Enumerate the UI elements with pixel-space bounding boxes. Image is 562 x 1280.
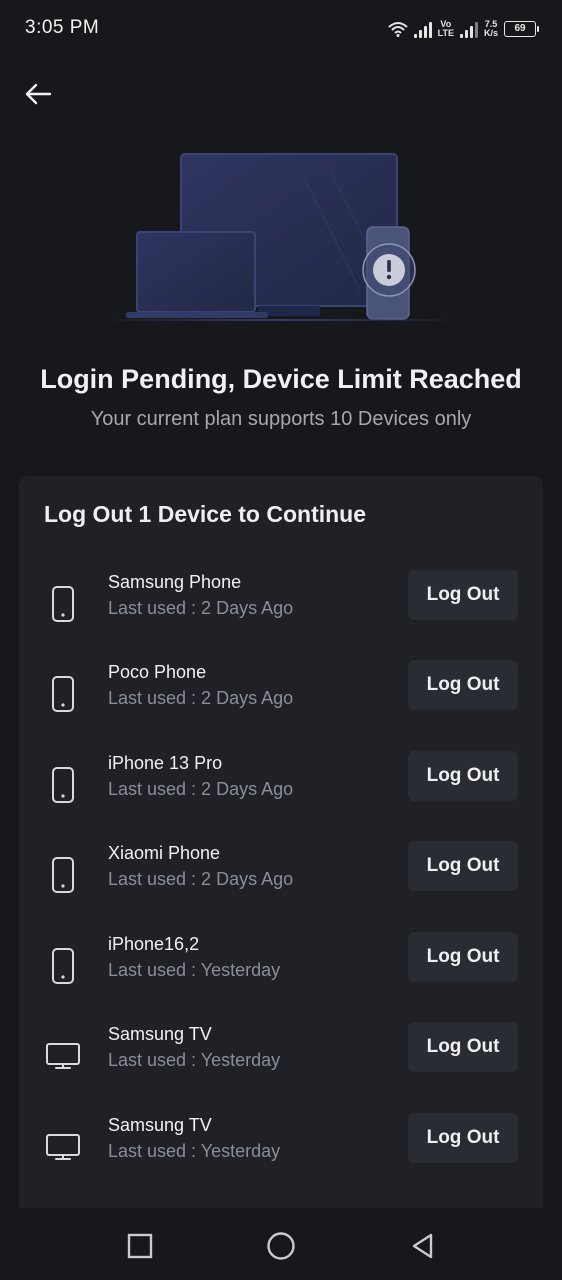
- back-button[interactable]: [20, 76, 56, 112]
- device-last-used: Last used : 2 Days Ago: [108, 779, 294, 799]
- page-subtitle: Your current plan supports 10 Devices on…: [90, 408, 472, 430]
- logout-button[interactable]: Log Out: [408, 1113, 518, 1163]
- signal-bars-2-icon: [459, 20, 478, 38]
- phone-icon: [43, 946, 83, 986]
- devices-illustration: [0, 140, 562, 340]
- circle-icon: [267, 1232, 295, 1260]
- triangle-back-icon: [412, 1233, 433, 1259]
- home-button[interactable]: [263, 1228, 299, 1264]
- logout-button[interactable]: Log Out: [408, 660, 518, 710]
- device-name: Samsung TV: [108, 1115, 212, 1135]
- status-icons: Vo LTE 7.5 K/s 69: [387, 14, 539, 44]
- status-time: 3:05 PM: [25, 17, 100, 38]
- device-last-used: Last used : 2 Days Ago: [108, 598, 294, 618]
- device-row: Xiaomi Phone Last used : 2 Days Ago Log …: [19, 837, 543, 913]
- device-row: Samsung Phone Last used : 2 Days Ago Log…: [19, 566, 543, 642]
- tv-icon: [43, 1036, 83, 1076]
- device-row: Poco Phone Last used : 2 Days Ago Log Ou…: [19, 656, 543, 732]
- device-name: iPhone 13 Pro: [108, 753, 223, 773]
- wifi-icon: [387, 22, 408, 37]
- logout-button[interactable]: Log Out: [408, 1022, 518, 1072]
- logout-button[interactable]: Log Out: [408, 570, 518, 620]
- device-name: iPhone16,2: [108, 934, 200, 954]
- logout-button[interactable]: Log Out: [408, 932, 518, 982]
- square-icon: [127, 1233, 153, 1259]
- device-row: iPhone 13 Pro Last used : 2 Days Ago Log…: [19, 747, 543, 823]
- logout-button[interactable]: Log Out: [408, 751, 518, 801]
- card-title: Log Out 1 Device to Continue: [44, 501, 367, 527]
- phone-icon: [43, 584, 83, 624]
- device-name: Samsung Phone: [108, 572, 242, 592]
- signal-bars-1-icon: [413, 20, 432, 38]
- device-list-card: Log Out 1 Device to Continue Samsung Pho…: [19, 476, 543, 1236]
- device-last-used: Last used : 2 Days Ago: [108, 869, 294, 889]
- status-bar: 3:05 PM Vo LTE 7.5 K/s 69: [0, 0, 562, 58]
- system-nav-bar: [0, 1208, 562, 1280]
- device-name: Poco Phone: [108, 662, 207, 682]
- device-row: Samsung TV Last used : Yesterday Log Out: [19, 1109, 543, 1185]
- tv-icon: [43, 1127, 83, 1167]
- logout-button[interactable]: Log Out: [408, 841, 518, 891]
- device-last-used: Last used : Yesterday: [108, 1141, 281, 1161]
- device-name: Xiaomi Phone: [108, 843, 221, 863]
- exclamation-icon: [362, 243, 416, 297]
- page-title: Login Pending, Device Limit Reached: [40, 364, 522, 394]
- recents-button[interactable]: [122, 1228, 158, 1264]
- phone-icon: [43, 855, 83, 895]
- battery-icon: 69: [504, 21, 539, 37]
- device-last-used: Last used : 2 Days Ago: [108, 688, 294, 708]
- device-row: iPhone16,2 Last used : Yesterday Log Out: [19, 928, 543, 1004]
- phone-icon: [43, 674, 83, 714]
- network-speed: 7.5 K/s: [483, 19, 498, 38]
- volte-indicator: Vo LTE: [437, 19, 454, 38]
- arrow-left-icon: [25, 83, 52, 105]
- device-last-used: Last used : Yesterday: [108, 1050, 281, 1070]
- device-row: Samsung TV Last used : Yesterday Log Out: [19, 1018, 543, 1094]
- nav-back-button[interactable]: [404, 1228, 440, 1264]
- device-name: Samsung TV: [108, 1024, 212, 1044]
- device-last-used: Last used : Yesterday: [108, 960, 281, 980]
- phone-icon: [43, 765, 83, 805]
